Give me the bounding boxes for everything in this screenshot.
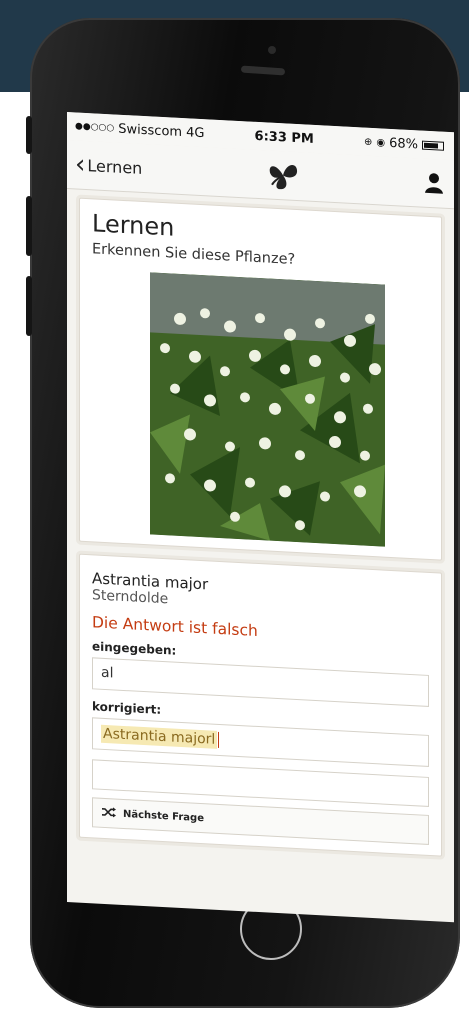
plant-photo [150, 272, 385, 547]
chevron-left-icon: ‹ [75, 149, 86, 180]
back-label: Lernen [87, 155, 143, 178]
app-screen: ●●○○○ Swisscom 4G 6:33 PM ⊕ ◉ 68% ‹ Lern… [67, 112, 454, 923]
next-question-button[interactable]: Nächste Frage [92, 797, 429, 845]
signal-dots: ●●○○○ [75, 121, 115, 134]
clock: 6:33 PM [254, 128, 314, 147]
volume-down-button [26, 276, 32, 336]
network-type: 4G [186, 124, 205, 141]
next-question-label: Nächste Frage [123, 808, 204, 824]
mute-switch [26, 116, 32, 154]
user-icon[interactable] [424, 172, 444, 195]
alarm-icon: ◉ [376, 136, 386, 149]
shuffle-icon [101, 805, 117, 821]
question-card: Lernen Erkennen Sie diese Pflanze? [79, 197, 442, 561]
battery-percent: 68% [389, 135, 418, 152]
main-content: Lernen Erkennen Sie diese Pflanze? Astra… [67, 189, 454, 865]
front-camera [268, 46, 276, 54]
leaf-logo-icon [266, 158, 300, 192]
earpiece-speaker [240, 65, 286, 76]
volume-up-button [26, 196, 32, 256]
entered-value: al [101, 664, 114, 682]
lock-rotation-icon: ⊕ [363, 136, 373, 148]
battery-icon [421, 140, 444, 151]
carrier-name: Swisscom [118, 121, 183, 140]
corrected-value: Astrantia majorl [101, 724, 218, 749]
back-button[interactable]: ‹ Lernen [75, 149, 143, 181]
text-caret [218, 731, 220, 748]
answer-card: Astrantia major Sterndolde Die Antwort i… [79, 553, 442, 857]
